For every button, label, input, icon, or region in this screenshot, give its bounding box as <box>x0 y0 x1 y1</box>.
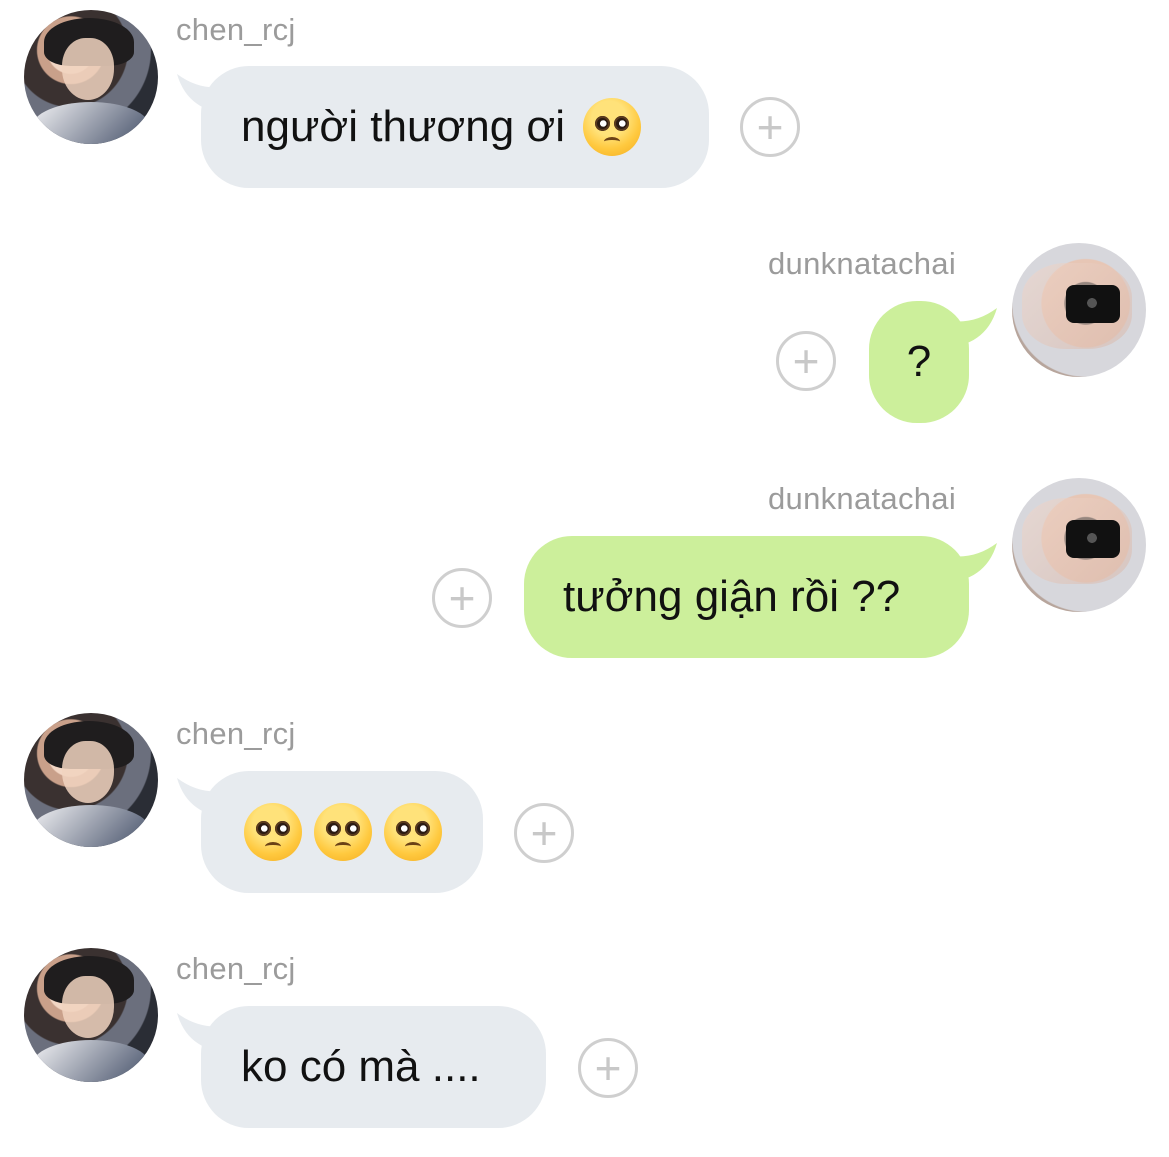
avatar-dunknatachai[interactable] <box>1012 478 1146 612</box>
avatar-dunknatachai[interactable] <box>1012 243 1146 377</box>
sender-name: dunknatachai <box>768 246 957 281</box>
message-bubble[interactable]: tưởng giận rồi ?? <box>524 536 969 658</box>
avatar-face <box>62 976 114 1038</box>
message-text: tưởng giận rồi ?? <box>563 572 901 621</box>
avatar-chen-rcj[interactable] <box>24 948 158 1082</box>
sender-name: chen_rcj <box>176 12 296 47</box>
avatar-chen-rcj[interactable] <box>24 713 158 847</box>
pleading-face-icon <box>384 803 442 861</box>
avatar-chen-rcj[interactable] <box>24 10 158 144</box>
avatar-face <box>62 38 114 100</box>
message-bubble[interactable] <box>201 771 483 893</box>
message-bubble[interactable]: ko có mà .... <box>201 1006 546 1128</box>
sender-name: chen_rcj <box>176 716 296 751</box>
pleading-face-icon <box>314 803 372 861</box>
sender-name: dunknatachai <box>768 481 957 516</box>
add-reaction-button[interactable]: + <box>776 331 836 391</box>
avatar-shirt <box>32 102 150 144</box>
add-reaction-button[interactable]: + <box>514 803 574 863</box>
message-bubble[interactable]: ? <box>869 301 969 423</box>
avatar-shirt <box>32 1040 150 1082</box>
message-text: ko có mà .... <box>241 1042 481 1091</box>
add-reaction-button[interactable]: + <box>740 97 800 157</box>
pleading-face-icon <box>583 98 642 156</box>
avatar-shirt <box>32 805 150 847</box>
message-text: ? <box>906 337 932 386</box>
avatar-face <box>62 741 114 803</box>
pleading-face-icon <box>244 803 302 861</box>
camera-icon <box>1066 520 1120 558</box>
chat-thread: chen_rcj người thương ơi + dunknatachai … <box>0 0 1169 1157</box>
camera-icon <box>1066 285 1120 323</box>
add-reaction-button[interactable]: + <box>432 568 492 628</box>
add-reaction-button[interactable]: + <box>578 1038 638 1098</box>
message-text: người thương ơi <box>241 102 566 151</box>
message-bubble[interactable]: người thương ơi <box>201 66 709 188</box>
sender-name: chen_rcj <box>176 951 296 986</box>
